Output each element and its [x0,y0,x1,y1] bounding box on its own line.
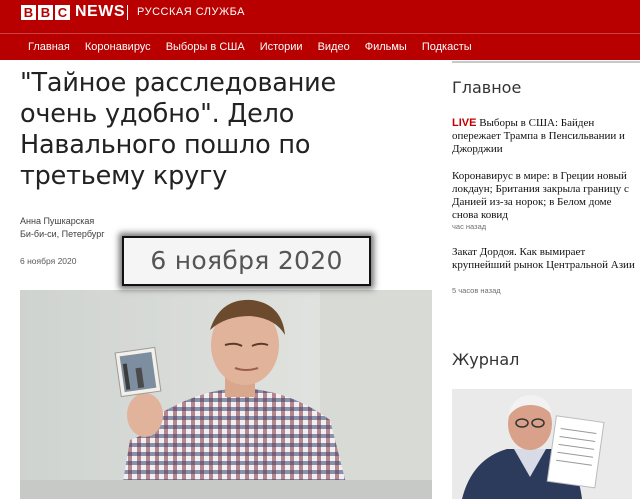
article-headline: "Тайное расследование очень удобно". Дел… [20,68,337,191]
article-author-organization: Би-би-си, Петербург [20,229,105,239]
header-divider [127,5,128,20]
nav-item-us-elections[interactable]: Выборы в США [166,41,245,53]
sidebar-main-title: Главное [452,78,522,97]
sidebar-story-coronavirus[interactable]: Коронавирус в мире: в Греции новый локда… [452,170,637,222]
bbc-logo-letter: B [38,5,53,20]
sidebar-divider [452,61,640,63]
sidebar-story-us-elections[interactable]: LIVE Выборы в США: Байден опережает Трам… [452,117,637,156]
story-title[interactable]: Выборы в США: Байден опережает Трампа в … [452,117,625,155]
nav-item-podcasts[interactable]: Подкасты [422,41,472,53]
main-navigation: Главная Коронавирус Выборы в США Истории… [0,33,640,60]
journal-photo[interactable] [452,389,632,499]
date-overlay-text: 6 ноября 2020 [150,246,343,275]
news-wordmark[interactable]: NEWS [75,3,125,21]
date-overlay: 6 ноября 2020 [122,236,371,286]
nav-item-video[interactable]: Видео [318,41,350,53]
article-photo [20,290,432,499]
service-name[interactable]: РУССКАЯ СЛУЖБА [137,6,245,18]
bbc-logo[interactable]: B B C [21,5,70,20]
live-badge: LIVE [452,117,477,129]
sidebar-story-dordoi[interactable]: Закат Дордоя. Как вымирает крупнейший ры… [452,246,637,272]
nav-item-coronavirus[interactable]: Коронавирус [85,41,151,53]
nav-item-films[interactable]: Фильмы [365,41,407,53]
masthead: B B C NEWS РУССКАЯ СЛУЖБА [0,0,640,33]
story-timestamp: час назад [452,222,487,231]
article-publish-date: 6 ноября 2020 [20,256,77,266]
nav-item-stories[interactable]: Истории [260,41,303,53]
story-timestamp: 5 часов назад [452,286,501,295]
story-title[interactable]: Коронавирус в мире: в Греции новый локда… [452,170,629,221]
bbc-logo-letter: C [55,5,70,20]
bbc-logo-letter: B [21,5,36,20]
journal-photo-illustration [452,389,632,499]
article-author: Анна Пушкарская [20,216,95,226]
story-title[interactable]: Закат Дордоя. Как вымирает крупнейший ры… [452,246,635,271]
sidebar-journal-title: Журнал [452,350,520,369]
navalny-photo-illustration [20,290,432,499]
nav-item-home[interactable]: Главная [28,41,70,53]
